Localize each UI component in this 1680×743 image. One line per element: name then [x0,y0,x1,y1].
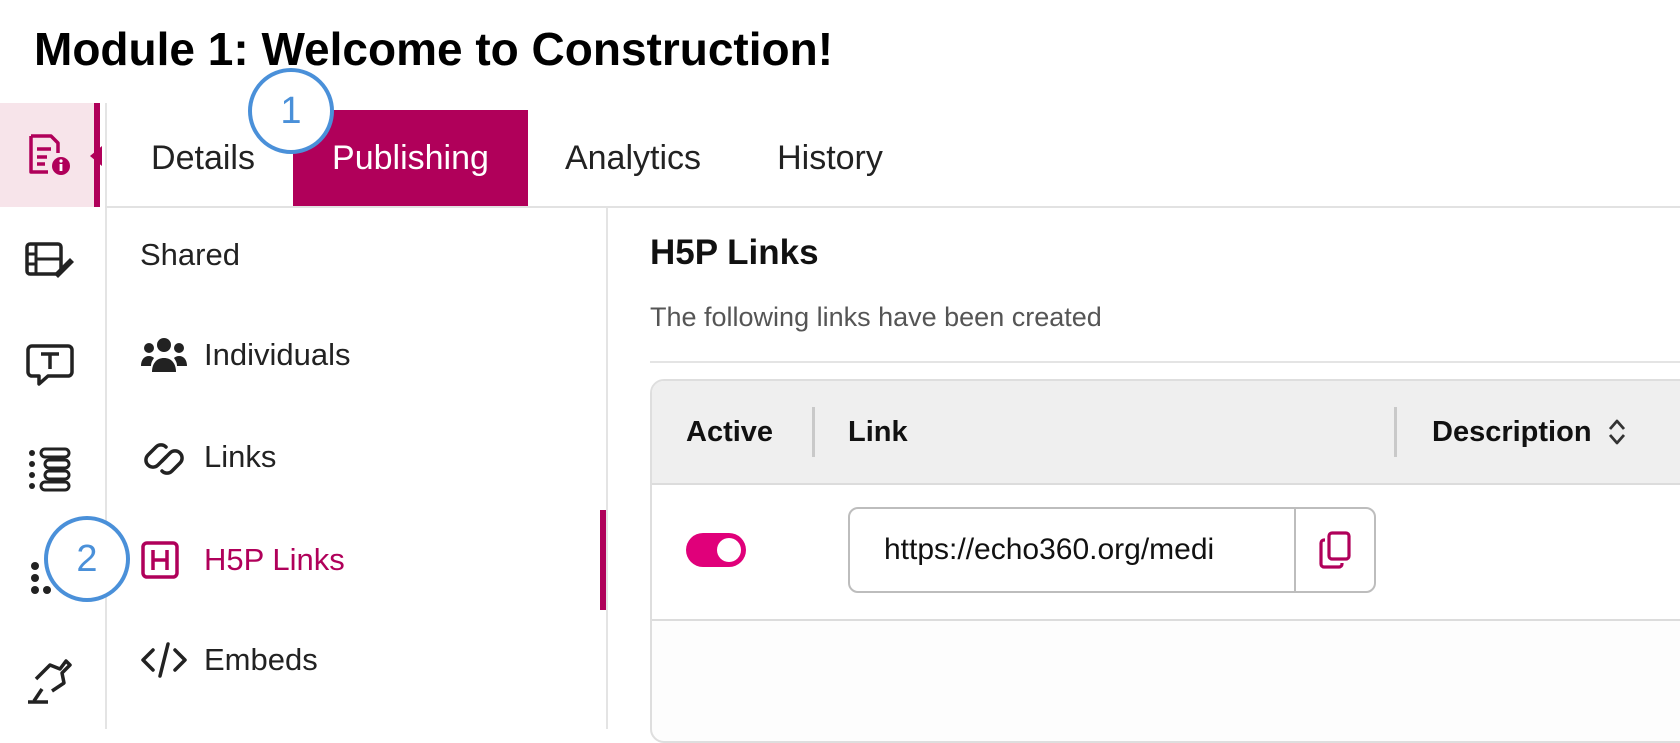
link-field [848,507,1376,593]
subnav-embeds-label: Embeds [204,642,318,677]
column-header-description[interactable]: Description [1432,381,1628,483]
link-icon [140,437,190,477]
subnav-links[interactable]: Links [140,427,276,487]
subnav-individuals[interactable]: Individuals [140,325,350,385]
table-row [652,485,1680,621]
step-callout-1: 1 [248,68,334,154]
captions-icon[interactable] [20,335,80,395]
column-header-active: Active [686,415,774,448]
link-url-input[interactable] [850,509,1290,591]
tab-analytics[interactable]: Analytics [548,110,718,206]
interaction-icon[interactable] [20,650,80,710]
subnav-shared-label: Shared [140,237,240,272]
section-heading: H5P Links [650,233,819,272]
rail-active-pointer [90,146,102,166]
subnav-individuals-label: Individuals [204,337,351,372]
step-callout-2: 2 [44,516,130,602]
column-header-description-label: Description [1432,415,1592,448]
subnav-active-indicator [600,510,606,610]
h5p-icon [140,540,190,580]
code-icon [140,640,190,680]
subnav-embeds[interactable]: Embeds [140,630,318,690]
users-icon [140,335,190,375]
active-toggle[interactable] [686,533,746,567]
subnav-h5p-links-label: H5P Links [204,542,345,577]
media-info-icon[interactable] [20,125,80,185]
copy-icon [1319,531,1351,569]
video-edit-icon[interactable] [20,230,80,290]
section-subtitle: The following links have been created [650,302,1102,332]
page-title: Module 1: Welcome to Construction! [34,23,834,75]
section-divider [650,361,1680,363]
subnav-links-label: Links [204,439,277,474]
tab-history[interactable]: History [760,110,900,206]
subnav-h5p-links[interactable]: H5P Links [140,530,345,590]
table-header: Active Link Description [652,381,1680,485]
links-table: Active Link Description [650,379,1680,743]
column-separator [1394,407,1397,457]
copy-link-button[interactable] [1294,509,1374,591]
sort-icon [1606,417,1628,447]
tabs-divider [105,206,1680,208]
column-separator [812,407,815,457]
toggle-knob [717,538,741,562]
subnav-shared[interactable]: Shared [140,225,240,285]
column-header-link: Link [848,415,908,448]
subnav-divider [606,208,608,729]
chapters-icon[interactable] [20,440,80,500]
